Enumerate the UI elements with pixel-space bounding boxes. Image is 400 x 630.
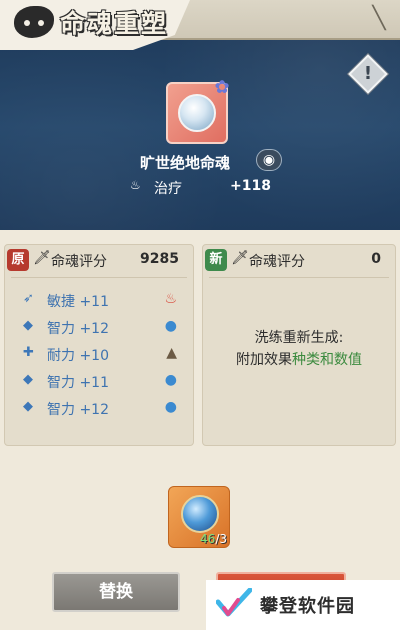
intellect-icon: ◆ [23,318,33,333]
sword-icon: 🗡 [33,250,51,266]
attribute-label: 智力 +11 [47,375,109,391]
score-label: 命魂评分 [249,254,305,270]
intellect-icon: ◆ [23,372,33,387]
sword-icon: 🗡 [231,250,249,266]
material-count: 46/3 [200,532,227,546]
attribute-row: ➶ 敏捷 +11 ♨ [19,291,187,313]
hint-prefix: 附加效果 [236,352,292,368]
divider [209,277,389,278]
new-attributes-panel: 新 🗡 命魂评分 0 洗练重新生成: 附加效果种类和数值 [202,244,396,446]
flower-gem-icon: ✿ [214,77,230,98]
soul-name: 旷世绝地命魂 [139,154,230,172]
attribute-row: ✚ 耐力 +10 ▲ [19,345,187,367]
panel-header: 原 🗡 命魂评分 9285 [5,245,193,277]
info-icon[interactable]: ! [354,60,382,88]
reroll-hint-line1: 洗练重新生成: [254,330,344,346]
replace-button[interactable]: 替换 [52,572,180,612]
close-icon[interactable]: ╲ [368,6,390,32]
intellect-icon: ◆ [23,399,33,414]
new-seal: 新 [205,249,227,271]
original-attributes-panel: 原 🗡 命魂评分 9285 ➶ 敏捷 +11 ♨ ◆ 智力 +12 ● ✚ 耐力… [4,244,194,446]
panel-header: 新 🗡 命魂评分 0 [203,245,395,277]
attribute-label: 敏捷 +11 [47,294,109,310]
agility-icon: ➶ [23,291,34,306]
score-label: 命魂评分 [51,254,107,270]
stat-value: +118 [230,178,271,194]
soul-item-icon[interactable]: ✿ [166,78,230,144]
material-owned: 46 [200,532,216,546]
original-seal: 原 [7,249,29,271]
hint-highlight: 种类和数值 [292,352,362,368]
score-value: 9285 [140,251,179,267]
crystal-orb-icon [181,495,219,533]
page-title: 命魂重塑 [60,9,169,38]
eye-icon[interactable]: ◉ [256,149,282,171]
water-element-icon: ● [164,318,177,334]
material-required: /3 [215,532,227,546]
water-element-icon: ● [164,372,177,388]
attribute-row: ◆ 智力 +12 ● [19,399,187,421]
reroll-material-slot[interactable]: 46/3 [168,486,230,548]
reroll-hint: 洗练重新生成: 附加效果种类和数值 [203,327,395,371]
attribute-row: ◆ 智力 +11 ● [19,372,187,394]
earth-element-icon: ▲ [166,345,177,361]
soul-orb-icon [178,94,216,132]
reroll-hint-line2: 附加效果种类和数值 [203,349,395,371]
watermark-text: 攀登软件园 [260,596,355,617]
water-element-icon: ● [164,399,177,415]
score-value: 0 [371,251,381,267]
soul-main-stat: ♨ 治疗 +118 [130,178,290,198]
attribute-label: 智力 +12 [47,402,109,418]
heal-icon: ♨ [130,178,141,192]
fire-element-icon: ♨ [164,291,177,307]
watermark-logo-icon [216,588,252,617]
stamina-icon: ✚ [23,345,34,360]
attribute-row: ◆ 智力 +12 ● [19,318,187,340]
stat-name: 治疗 [154,181,182,197]
attribute-label: 智力 +12 [47,321,109,337]
attribute-label: 耐力 +10 [47,348,109,364]
divider [11,277,187,278]
